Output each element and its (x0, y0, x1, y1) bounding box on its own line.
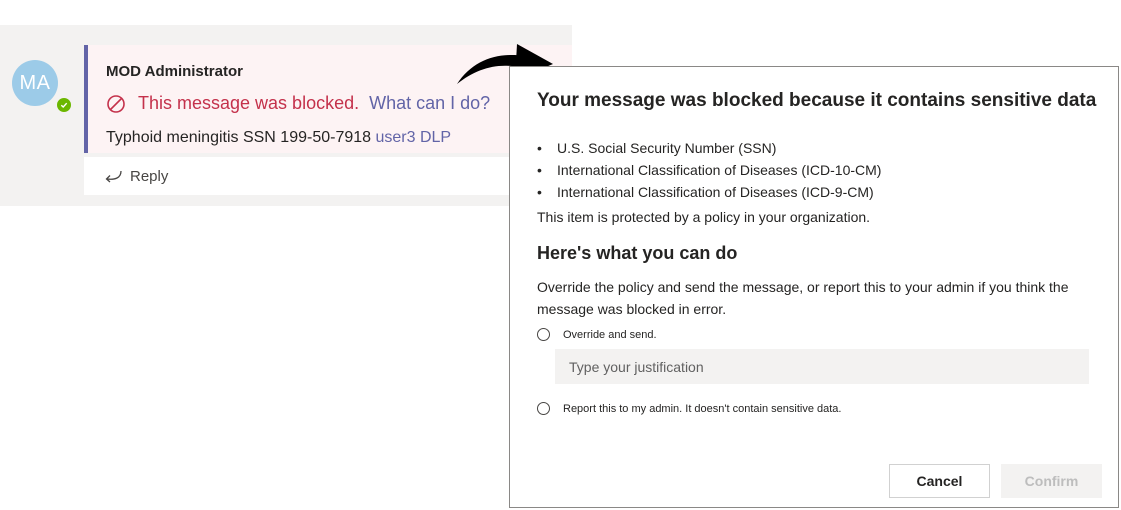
list-item: • U.S. Social Security Number (SSN) (537, 140, 777, 156)
reply-button[interactable]: Reply (84, 157, 572, 195)
sensitive-info-list: • U.S. Social Security Number (SSN) • Inte… (537, 137, 881, 203)
report-radio-option[interactable]: Report this to my admin. It doesn't cont… (537, 402, 841, 415)
report-label: Report this to my admin. It doesn't cont… (563, 402, 842, 415)
blocked-icon (107, 94, 125, 113)
blocked-text: This message was blocked. (138, 93, 360, 113)
reply-label: Reply (130, 167, 169, 185)
override-label: Override and send. (563, 328, 657, 341)
override-description: Override the policy and send the message… (537, 279, 1069, 317)
dialog-title: Your message was blocked because it cont… (537, 90, 1097, 111)
radio-button[interactable] (537, 328, 550, 341)
reply-icon (105, 170, 122, 183)
list-item: • International Classification of Disease… (537, 162, 882, 178)
message-text: Typhoid meningitis SSN 199-50-7918 user3… (106, 129, 451, 147)
section-title: Here's what you can do (537, 243, 738, 263)
sender-name: MOD Administrator (106, 63, 243, 80)
list-item: • International Classification of Disease… (537, 184, 874, 200)
cancel-button[interactable]: Cancel (889, 464, 990, 498)
blocked-message-dialog: Your message was blocked because it cont… (509, 66, 1119, 508)
what-can-i-do-link[interactable]: What can I do? (369, 93, 490, 114)
confirm-button[interactable]: Confirm (1001, 464, 1102, 498)
policy-note: This item is protected by a policy in yo… (537, 209, 871, 225)
presence-available-icon (55, 96, 73, 114)
justification-input[interactable] (555, 349, 1089, 384)
avatar[interactable]: MA (12, 60, 58, 106)
radio-button[interactable] (537, 402, 550, 415)
message-tag[interactable]: user3 DLP (376, 129, 452, 146)
blocked-notice: This message was blocked. What can I do? (106, 93, 490, 114)
override-radio-option[interactable]: Override and send. (537, 328, 657, 341)
message-body: Typhoid meningitis SSN 199-50-7918 (106, 129, 372, 146)
